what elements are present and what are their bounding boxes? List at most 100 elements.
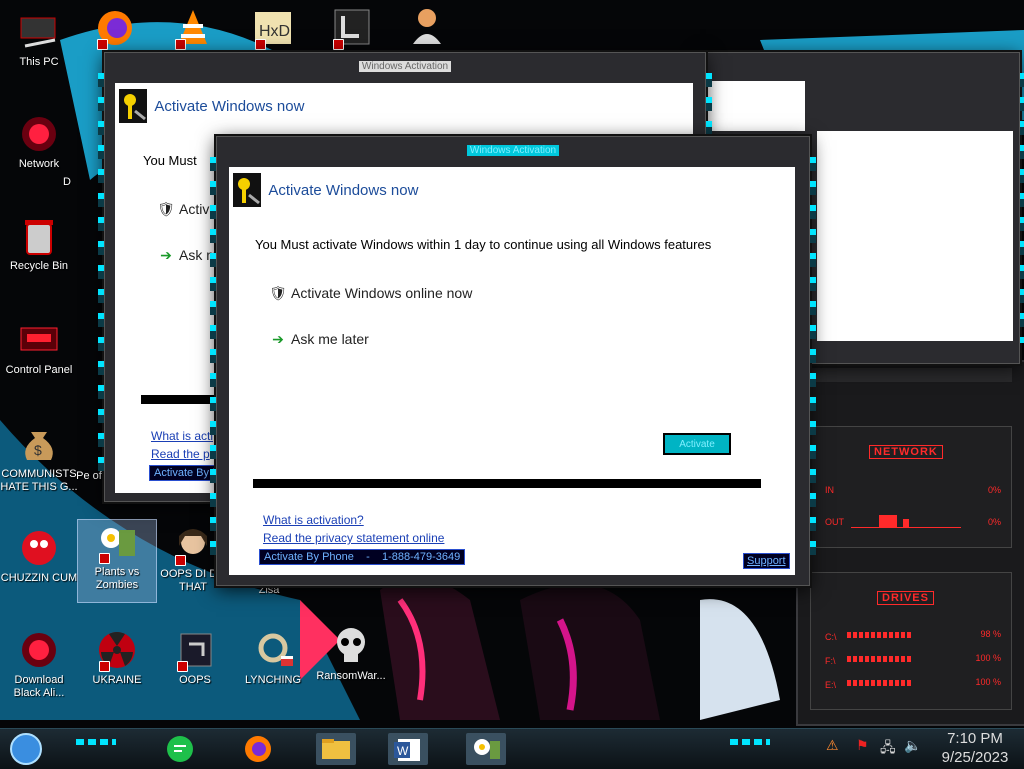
tray-network[interactable]: 🖧 <box>880 737 896 761</box>
desktop-icon-label: CHUZZIN CUM <box>0 572 78 584</box>
desktop-icon-label: Plants vs Zombies <box>94 566 140 591</box>
drive-value: 100 % <box>975 653 1001 663</box>
network-panel: NETWORK IN 0% OUT 0% <box>810 426 1012 548</box>
start-button[interactable] <box>8 733 44 765</box>
desktop-icon-label: UKRAINE <box>92 674 142 686</box>
green-arrow-icon: ➔ <box>160 247 172 263</box>
drive-usage-bar <box>847 680 913 686</box>
network-in-value: 0% <box>987 485 1001 495</box>
activate-button[interactable]: Activate <box>663 433 731 455</box>
ask-later-option[interactable]: ➔ Ask me later <box>269 331 369 348</box>
desktop-icon-recycle-bin[interactable]: Recycle Bin <box>0 214 78 273</box>
drives-title: DRIVES <box>877 591 934 605</box>
svg-text:W: W <box>397 744 409 758</box>
divider-bar <box>253 479 761 488</box>
desktop-icon-label: COMMUNISTS HATE THIS G... <box>0 468 78 493</box>
tray-warning[interactable]: ⚠ <box>826 737 839 754</box>
shield-icon: 🛡 <box>269 285 287 301</box>
taskbar-file-explorer[interactable] <box>316 733 356 765</box>
taskbar-firefox[interactable] <box>242 733 274 765</box>
support-button[interactable]: Support <box>743 553 790 569</box>
start-orb-icon <box>10 733 42 765</box>
activate-online-option[interactable]: 🛡 Activ <box>157 201 209 218</box>
clock-time: 7:10 PM <box>947 730 1003 747</box>
desktop-icon-chuzzin[interactable]: CHUZZIN CUM <box>0 526 78 585</box>
desktop-icon-label: RansomWar... <box>316 670 386 682</box>
desktop-icon-label: OOPS <box>179 674 211 686</box>
taskbar: W ⚠ ⚑ 🖧 🔈 7:10 PM 9/25/2023 <box>0 728 1024 769</box>
desktop-icon-user[interactable] <box>388 4 466 50</box>
desktop-icon-communists[interactable]: $ COMMUNISTS HATE THIS G... <box>0 422 78 494</box>
desktop-icon-vlc[interactable] <box>154 6 232 52</box>
windows-key-icon <box>119 89 147 123</box>
window-content-panel <box>705 81 805 131</box>
speaker-icon: 🔈 <box>904 737 922 753</box>
desktop-icon-plants-vs-zombies[interactable]: Plants vs Zombies <box>77 519 157 603</box>
window-content-panel <box>817 131 1013 341</box>
desktop-icon-label: Control Panel <box>5 364 73 376</box>
green-app-icon <box>167 736 193 762</box>
desktop-icon-hxd[interactable]: HxD <box>234 6 312 52</box>
window-title-bar[interactable]: Windows Activation <box>217 145 809 156</box>
svg-text:$: $ <box>34 442 42 458</box>
desktop-icon-ransomware[interactable]: RansomWar... <box>312 624 390 683</box>
what-is-activation-link[interactable]: What is activation? <box>263 513 364 527</box>
tray-volume[interactable]: 🔈 <box>904 737 921 754</box>
window-header-title: Activate Windows now <box>268 181 419 199</box>
option-label: Activate Windows online now <box>291 285 473 301</box>
shortcut-arrow-icon <box>97 39 108 50</box>
rope-icon <box>258 633 293 666</box>
drive-label: C:\ <box>825 632 837 642</box>
flag-icon: ⚑ <box>856 737 869 753</box>
desktop-icon-oops[interactable]: OOPS <box>156 628 234 687</box>
control-panel-icon <box>20 327 58 351</box>
skull-icon <box>337 628 365 662</box>
network-in-label: IN <box>825 485 834 495</box>
privacy-statement-link[interactable]: Read the p <box>151 447 210 461</box>
taskbar-clock[interactable]: 7:10 PM 9/25/2023 <box>930 729 1020 769</box>
what-is-activation-link[interactable]: What is acti <box>151 429 213 443</box>
desktop-icon-ukraine[interactable]: UKRAINE <box>78 628 156 687</box>
warning-flag-icon: ⚠ <box>826 737 839 753</box>
plants-vs-zombies-icon <box>474 739 500 759</box>
activate-online-option[interactable]: 🛡 Activate Windows online now <box>269 285 472 302</box>
activation-window-front[interactable]: Windows Activation Activate Windows now … <box>210 136 816 586</box>
drive-label: E:\ <box>825 680 837 690</box>
desktop-icon-label: Download Black Ali... <box>13 674 65 699</box>
privacy-statement-link[interactable]: Read the privacy statement online <box>263 531 444 545</box>
window-content-panel: Activate Windows now You Must activate W… <box>229 167 795 575</box>
desktop-icon-d[interactable]: D <box>52 130 82 189</box>
drive-value: 98 % <box>980 629 1001 639</box>
drive-label: F:\ <box>825 656 836 666</box>
firefox-icon <box>245 736 271 762</box>
desktop-icon-label: This PC <box>19 56 59 68</box>
window-title-bar[interactable]: Windows Activation <box>105 61 705 72</box>
taskbar-decor <box>76 739 116 745</box>
desktop-icon-this-pc[interactable]: This PC <box>0 10 78 69</box>
taskbar-decor <box>730 739 770 745</box>
taskbar-plants-vs-zombies[interactable] <box>466 733 506 765</box>
network-out-label: OUT <box>825 517 844 527</box>
window-header-title: Activate Windows now <box>154 97 305 115</box>
shortcut-arrow-icon <box>255 39 266 50</box>
taskbar-green-app[interactable] <box>164 733 196 765</box>
desktop-icon-lynching[interactable]: LYNCHING <box>234 628 312 687</box>
option-label: Ask me later <box>291 331 369 347</box>
network-tray-icon: 🖧 <box>880 739 896 755</box>
desktop-icon-black-alien[interactable]: Download Black Ali... <box>0 628 78 700</box>
window-title: Windows Activation <box>466 145 560 156</box>
ask-later-option[interactable]: ➔ Ask m <box>157 247 218 264</box>
drive-row: C:\ 98 % <box>825 629 1001 643</box>
desktop-icon-app[interactable] <box>312 6 390 52</box>
drive-usage-bar <box>847 656 913 662</box>
activation-message: You Must activate Windows within 1 day t… <box>255 237 712 252</box>
tray-flag[interactable]: ⚑ <box>856 737 869 754</box>
recycle-bin-icon <box>25 220 53 255</box>
shortcut-arrow-icon <box>175 555 186 566</box>
widget-top-bar <box>812 368 1012 382</box>
desktop-icon-control-panel[interactable]: Control Panel <box>0 318 78 377</box>
shortcut-arrow-icon <box>333 39 344 50</box>
activate-by-phone[interactable]: Activate By Phone - 1-888-479-3649 <box>259 549 466 565</box>
clock-date: 9/25/2023 <box>941 749 1009 766</box>
taskbar-word[interactable]: W <box>388 733 428 765</box>
